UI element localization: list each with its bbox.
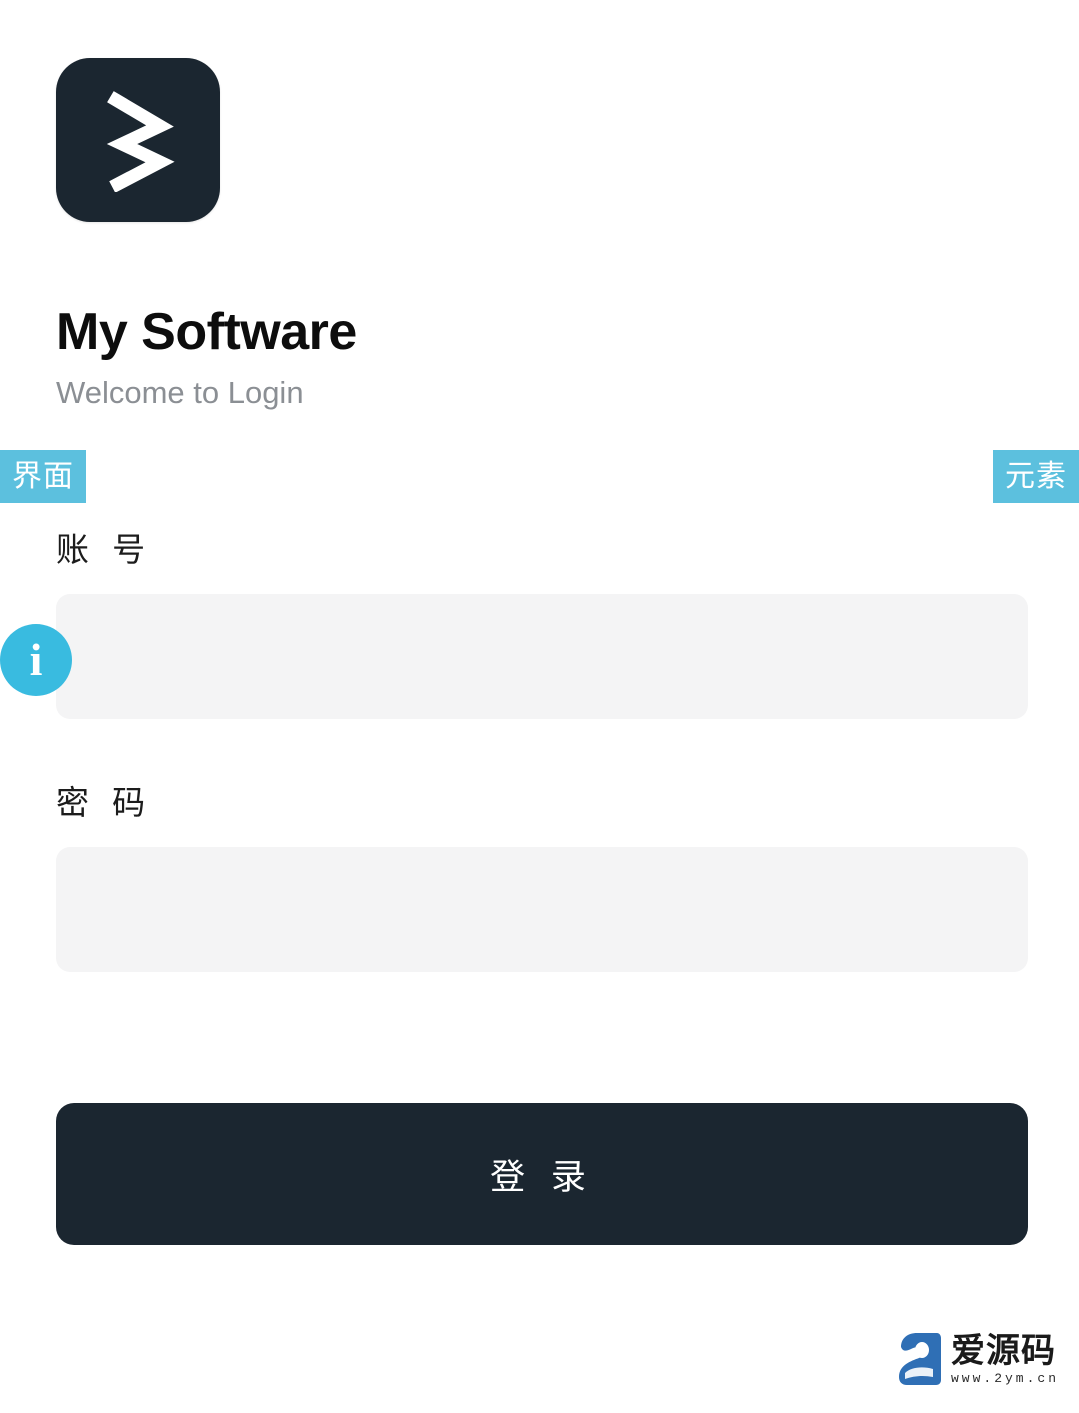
watermark: 爱源码 www.2ym.cn [897,1333,1059,1385]
zigzag-z-mark-icon [106,91,175,192]
watermark-url: www.2ym.cn [950,1370,1059,1386]
aiyuanma-bird-logo-icon [898,1333,941,1385]
watermark-text: 爱源码 www.2ym.cn [951,1334,1059,1385]
app-logo [56,58,220,222]
password-input[interactable] [56,847,1028,972]
password-field-group: 密 码 [56,781,1028,972]
info-icon[interactable]: i [0,624,72,696]
page-subtitle: Welcome to Login [56,375,304,410]
account-input[interactable] [56,594,1028,719]
password-label: 密 码 [56,784,153,821]
account-field-group: 账 号 i [0,528,1028,719]
watermark-name: 爱源码 [950,1331,1056,1370]
annotation-tag-element: 元素 [993,450,1079,503]
login-screen: My Software Welcome to Login 界面 元素 账 号 i… [0,0,1079,1413]
login-button[interactable]: 登 录 [56,1103,1028,1245]
login-form: 账 号 i 密 码 [0,528,1028,972]
page-title: My Software [56,303,357,361]
brand-header: My Software Welcome to Login [56,58,1036,410]
account-label: 账 号 [56,531,153,568]
annotation-tag-interface: 界面 [0,450,86,503]
